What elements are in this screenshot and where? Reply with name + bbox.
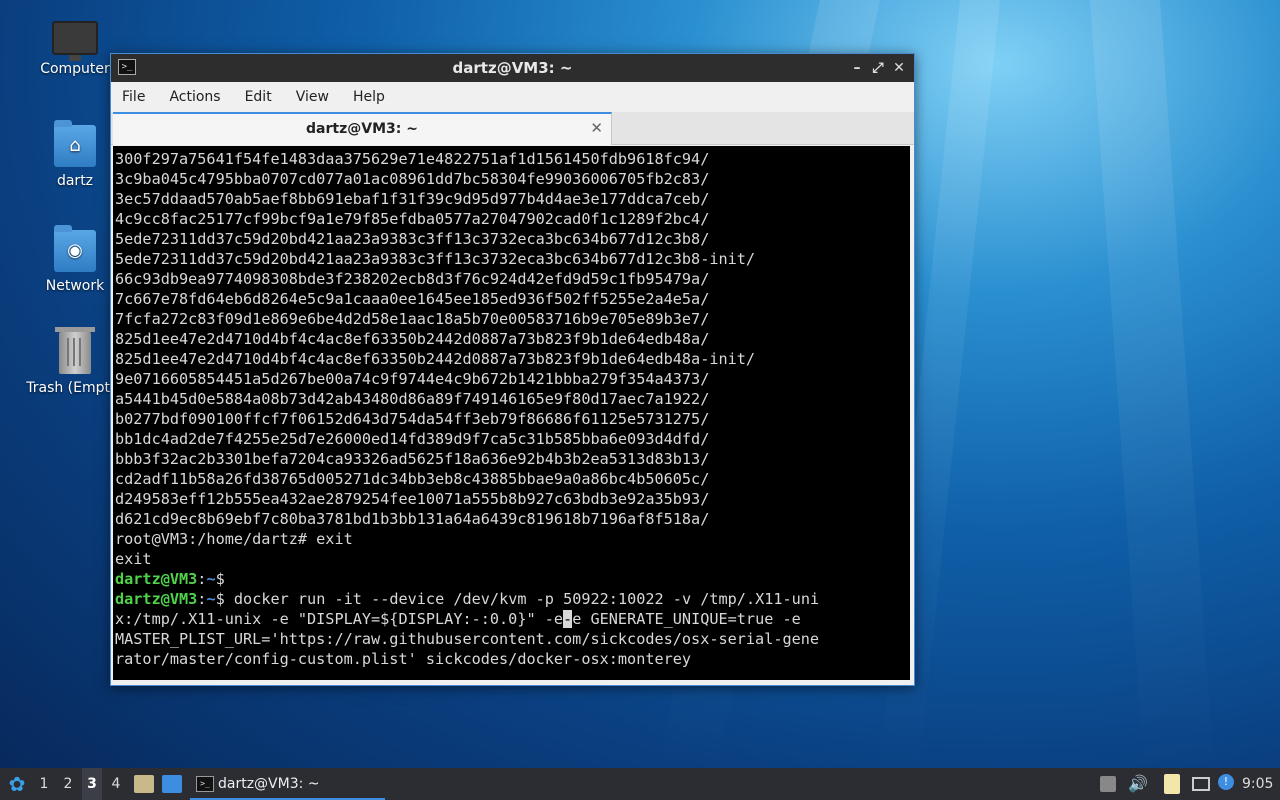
prompt-user: dartz@VM3	[115, 570, 198, 588]
window-title: dartz@VM3: ~	[452, 59, 573, 77]
terminal-line: 9e0716605854451a5d267be00a74c9f9744e4c9b…	[115, 370, 710, 388]
home-folder-icon: ⌂	[54, 120, 96, 167]
terminal-line: a5441b45d0e5884a08b73d42ab43480d86a89f74…	[115, 390, 710, 408]
workspace-1[interactable]: 1	[34, 768, 54, 800]
terminal-line: 300f297a75641f54fe1483daa375629e71e48227…	[115, 150, 710, 168]
tab-label: dartz@VM3: ~	[306, 121, 418, 137]
terminal-line: 825d1ee47e2d4710d4bf4c4ac8ef63350b2442d0…	[115, 330, 710, 348]
menu-edit[interactable]: Edit	[245, 89, 272, 105]
command-line: x:/tmp/.X11-unix -e "DISPLAY=${DISPLAY:-…	[115, 609, 910, 629]
clipboard-icon[interactable]	[1164, 774, 1180, 794]
terminal-line: d621cd9ec8b69ebf7c80ba3781bd1b3bb131a64a…	[115, 510, 710, 528]
workspace-2[interactable]: 2	[58, 768, 78, 800]
notification-icon[interactable]: !	[1218, 774, 1234, 790]
terminal-line: 7fcfa272c83f09d1e869e6be4d2d58e1aac18a5b…	[115, 310, 710, 328]
maximize-button[interactable]: ⤢	[869, 59, 887, 77]
tab-terminal[interactable]: dartz@VM3: ~ ✕	[113, 112, 612, 145]
file-manager-icon[interactable]	[134, 775, 154, 793]
computer-icon	[52, 21, 98, 61]
prompt-line: dartz@VM3:~$	[115, 569, 910, 589]
terminal-line: exit	[115, 550, 152, 568]
taskbar: ✿ 1 2 3 4 >_ dartz@VM3: ~ 🔊 ! 9:05	[0, 768, 1280, 800]
task-label: dartz@VM3: ~	[218, 776, 320, 792]
prompt-line: dartz@VM3:~$ docker run -it --device /de…	[115, 589, 910, 609]
network-status-icon[interactable]	[1192, 777, 1210, 791]
tab-bar: dartz@VM3: ~ ✕	[111, 112, 914, 145]
terminal-line: 5ede72311dd37c59d20bd421aa23a9383c3ff13c…	[115, 230, 710, 248]
terminal-line: 66c93db9ea9774098308bde3f238202ecb8d3f76…	[115, 270, 710, 288]
terminal-line: 7c667e78fd64eb6d8264e5c9a1caaa0ee1645ee1…	[115, 290, 710, 308]
terminal-line: 4c9cc8fac25177cf99bcf9a1e79f85efdba0577a…	[115, 210, 710, 228]
prompt-end: $	[215, 570, 225, 588]
terminal-line: root@VM3:/home/dartz# exit	[115, 530, 353, 548]
light-ray	[1090, 0, 1215, 780]
window-titlebar[interactable]: >_ dartz@VM3: ~ – ⤢ ✕	[111, 54, 914, 82]
eject-icon[interactable]	[1100, 776, 1116, 792]
text-cursor: -	[563, 610, 573, 628]
close-button[interactable]: ✕	[890, 59, 908, 77]
volume-icon[interactable]: 🔊	[1128, 768, 1148, 800]
terminal-line: bbb3f32ac2b3301befa7204ca93326ad5625f18a…	[115, 450, 710, 468]
terminal-line: cd2adf11b58a26fd38765d005271dc34bb3eb8c4…	[115, 470, 710, 488]
clock[interactable]: 9:05	[1242, 768, 1273, 800]
terminal-line: 3ec57ddaad570ab5aef8bb691ebaf1f31f39c9d9…	[115, 190, 710, 208]
workspace-4[interactable]: 4	[106, 768, 126, 800]
terminal-window[interactable]: >_ dartz@VM3: ~ – ⤢ ✕ File Actions Edit …	[110, 53, 915, 686]
menu-bar: File Actions Edit View Help	[111, 82, 914, 112]
command-line: rator/master/config-custom.plist' sickco…	[115, 650, 692, 668]
taskbar-task-terminal[interactable]: >_ dartz@VM3: ~	[190, 768, 385, 800]
terminal-line: 5ede72311dd37c59d20bd421aa23a9383c3ff13c…	[115, 250, 756, 268]
network-folder-icon: ◉	[54, 225, 96, 272]
prompt-path: ~	[206, 590, 216, 608]
command-text: docker run -it --device /dev/kvm -p 5092…	[224, 590, 820, 608]
terminal-output[interactable]: 300f297a75641f54fe1483daa375629e71e48227…	[113, 146, 910, 680]
prompt-end: $	[215, 590, 225, 608]
minimize-button[interactable]: –	[848, 59, 866, 77]
prompt-user: dartz@VM3	[115, 590, 198, 608]
trash-icon	[55, 327, 95, 374]
terminal-line: d249583eff12b555ea432ae2879254fee10071a5…	[115, 490, 710, 508]
menu-actions[interactable]: Actions	[169, 89, 220, 105]
menu-help[interactable]: Help	[353, 89, 385, 105]
terminal-task-icon: >_	[196, 776, 214, 792]
tab-close-icon[interactable]: ✕	[590, 119, 603, 137]
menu-view[interactable]: View	[296, 89, 329, 105]
terminal-line: 825d1ee47e2d4710d4bf4c4ac8ef63350b2442d0…	[115, 350, 756, 368]
show-desktop-icon[interactable]	[162, 775, 182, 793]
start-menu-icon[interactable]: ✿	[6, 768, 28, 800]
command-line: MASTER_PLIST_URL='https://raw.githubuser…	[115, 630, 820, 648]
menu-file[interactable]: File	[122, 89, 145, 105]
terminal-line: 3c9ba045c4795bba0707cd077a01ac08961dd7bc…	[115, 170, 710, 188]
terminal-text: 300f297a75641f54fe1483daa375629e71e48227…	[113, 146, 910, 669]
command-text: e GENERATE_UNIQUE=true -e	[572, 610, 801, 628]
prompt-path: ~	[206, 570, 216, 588]
terminal-line: b0277bdf090100ffcf7f06152d643d754da54ff3…	[115, 410, 710, 428]
terminal-line: bb1dc4ad2de7f4255e25d7e26000ed14fd389d9f…	[115, 430, 710, 448]
command-text: x:/tmp/.X11-unix -e "DISPLAY=${DISPLAY:-…	[115, 610, 564, 628]
workspace-3[interactable]: 3	[82, 768, 102, 800]
